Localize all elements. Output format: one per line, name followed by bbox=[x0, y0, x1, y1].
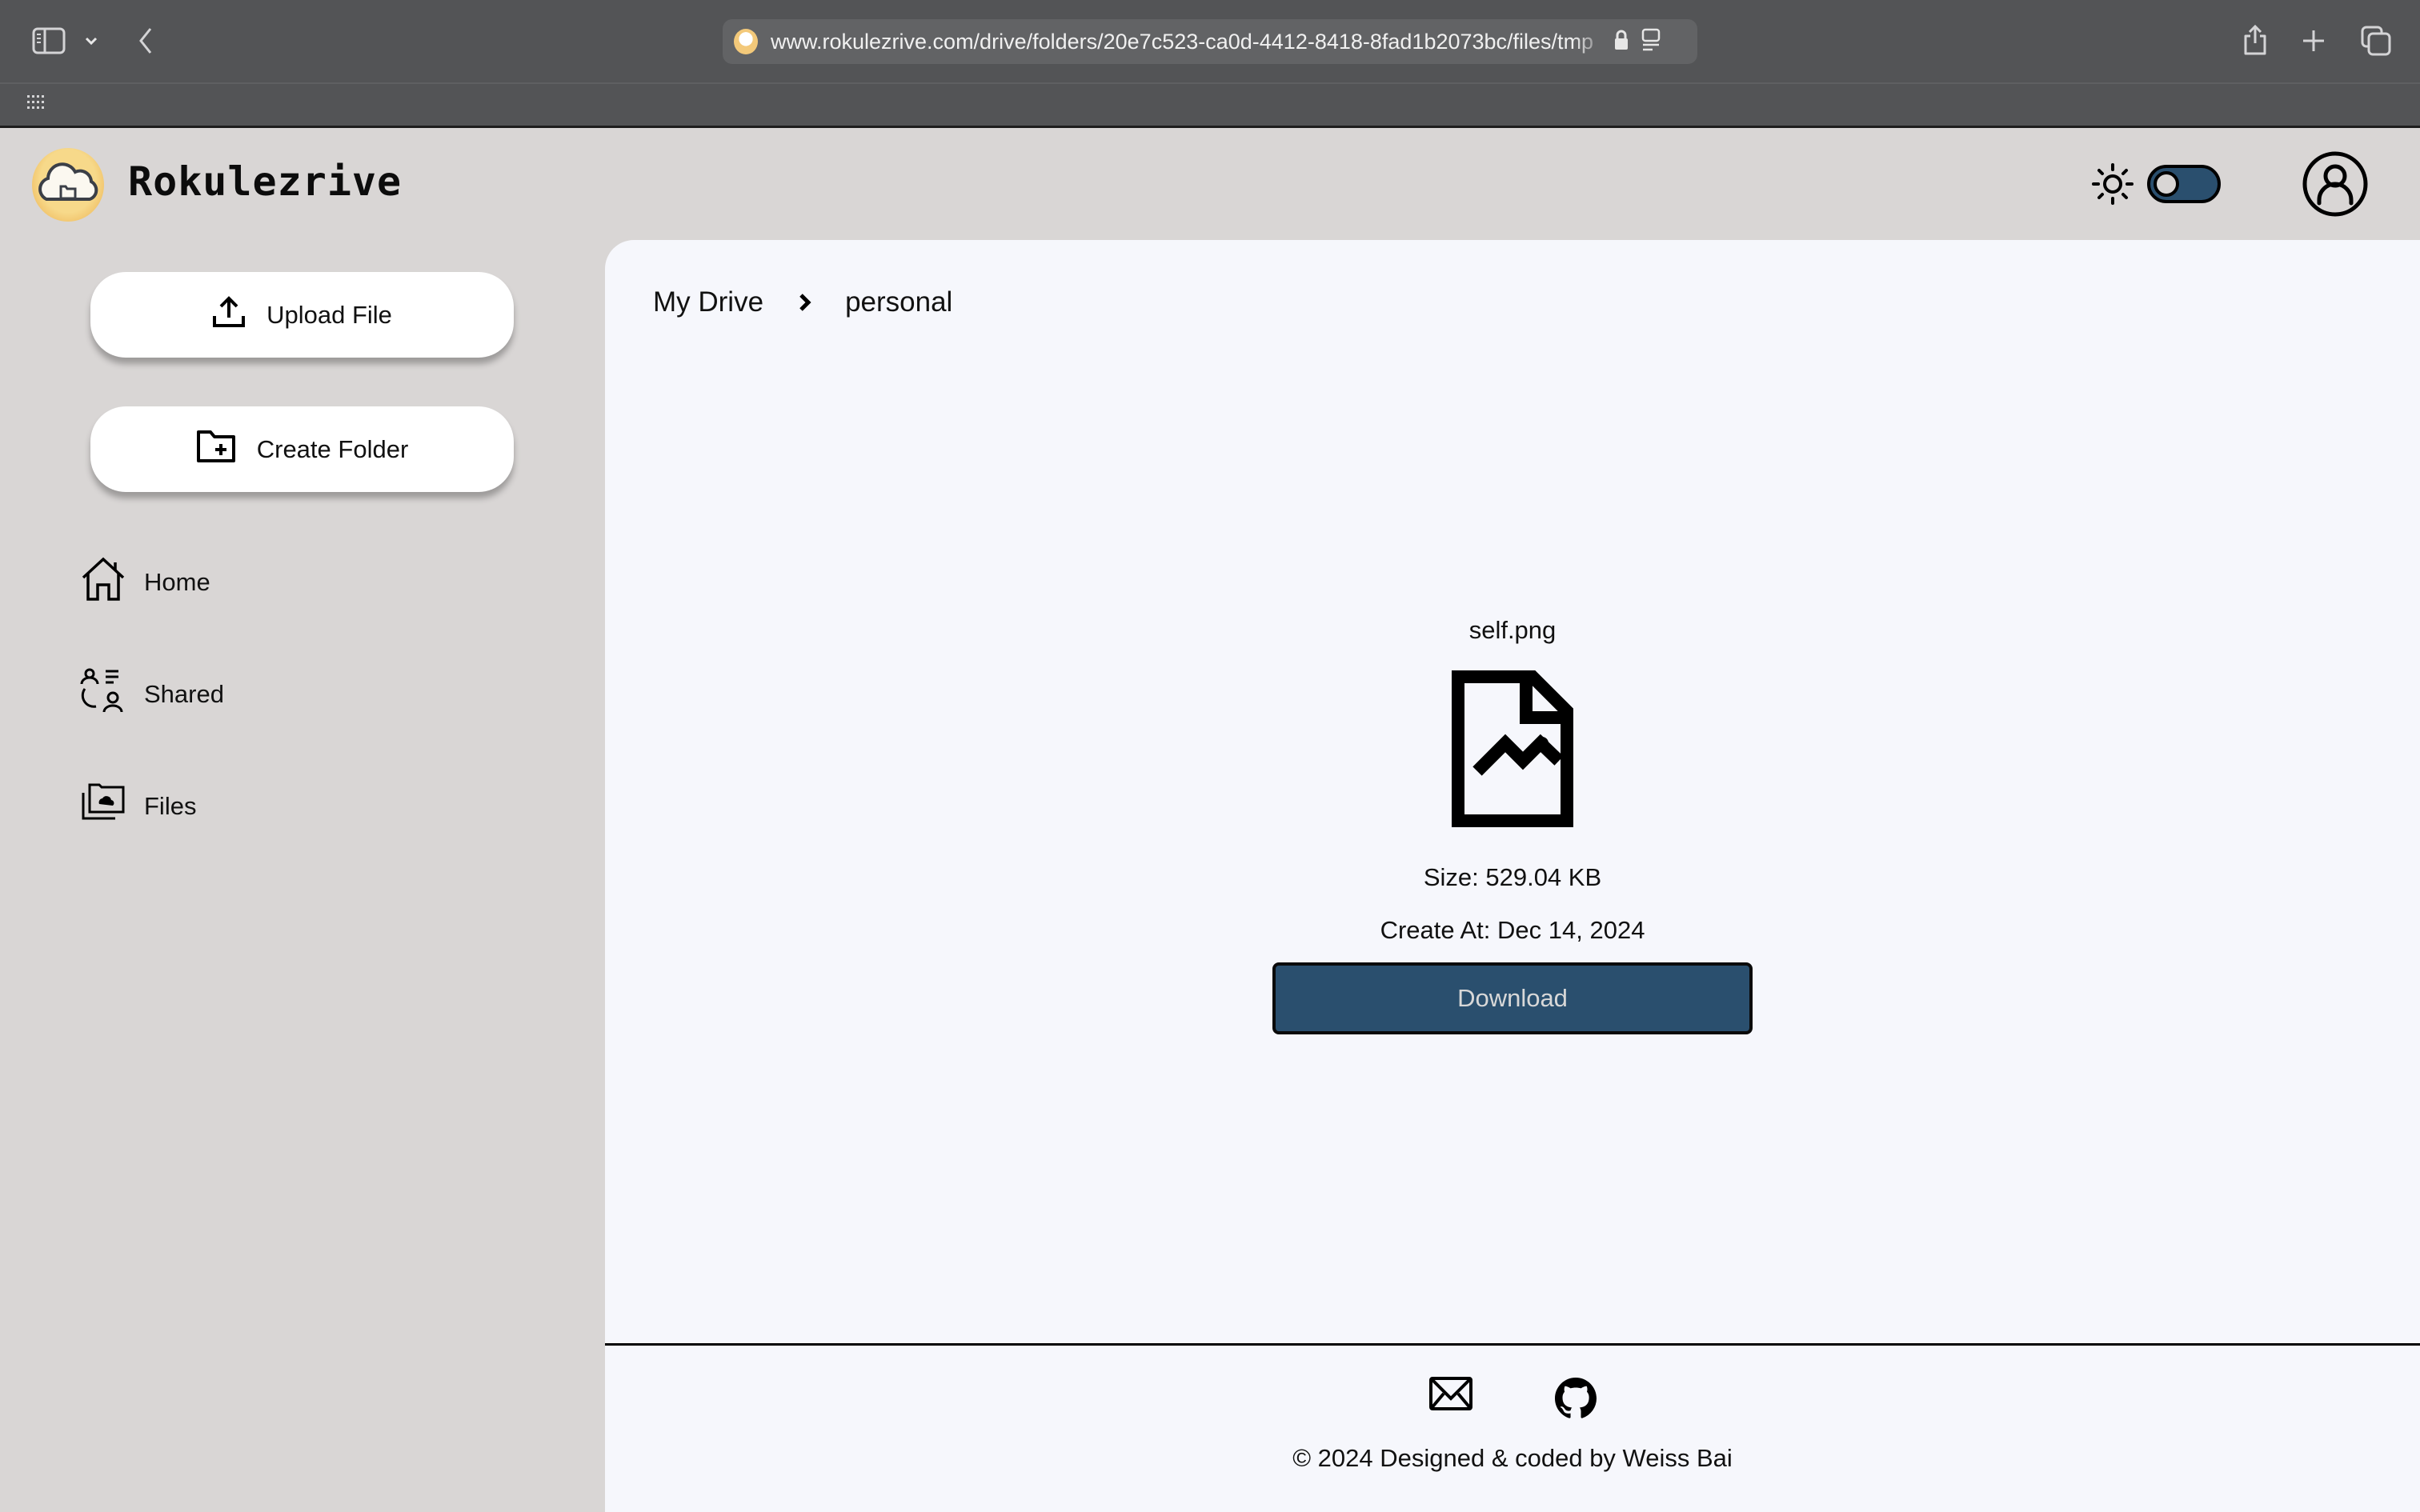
download-button[interactable]: Download bbox=[1272, 962, 1753, 1034]
main-panel: My Drive personal self.png Size: 529.04 … bbox=[605, 240, 2420, 1512]
copyright-text: © 2024 Designed & coded by Weiss Bai bbox=[1292, 1444, 1733, 1472]
sidebar-item-files[interactable]: Files bbox=[80, 780, 196, 833]
image-file-icon bbox=[1452, 670, 1573, 831]
home-label: Home bbox=[144, 568, 210, 596]
file-size: Size: 529.04 KB bbox=[1423, 863, 1602, 891]
new-tab-icon[interactable] bbox=[2302, 29, 2326, 57]
cloud-folder-icon bbox=[80, 780, 126, 833]
github-icon[interactable] bbox=[1555, 1376, 1597, 1425]
user-avatar-icon[interactable] bbox=[2302, 150, 2369, 222]
chevron-right-icon bbox=[797, 292, 813, 313]
share-icon[interactable] bbox=[2242, 24, 2268, 60]
upload-file-button[interactable]: Upload File bbox=[90, 272, 514, 358]
file-details: self.png Size: 529.04 KB Create At: Dec … bbox=[605, 616, 2420, 1034]
lock-icon bbox=[1613, 29, 1629, 55]
sidebar-item-shared[interactable]: Shared bbox=[80, 668, 224, 721]
sun-icon bbox=[2092, 163, 2134, 209]
site-favicon-icon bbox=[734, 29, 758, 54]
mail-icon[interactable] bbox=[1428, 1376, 1473, 1425]
back-icon[interactable] bbox=[138, 27, 154, 58]
logo-icon[interactable] bbox=[32, 148, 104, 222]
app-header: Rokulezrive bbox=[0, 128, 2420, 240]
url-bar[interactable]: www.rokulezrive.com/drive/folders/20e7c5… bbox=[723, 19, 1697, 64]
browser-toolbar: www.rokulezrive.com/drive/folders/20e7c5… bbox=[0, 0, 2420, 84]
shared-label: Shared bbox=[144, 680, 224, 708]
upload-icon bbox=[212, 295, 246, 335]
sidebar-item-home[interactable]: Home bbox=[80, 556, 210, 609]
theme-toggle-knob bbox=[2154, 171, 2179, 197]
bookmarks-bar bbox=[0, 84, 2420, 128]
footer-links bbox=[605, 1376, 2420, 1425]
shared-users-icon bbox=[80, 668, 126, 721]
home-icon bbox=[80, 556, 126, 609]
chevron-down-icon[interactable] bbox=[85, 35, 98, 50]
breadcrumb-my-drive[interactable]: My Drive bbox=[653, 286, 763, 318]
app-title[interactable]: Rokulezrive bbox=[128, 158, 402, 205]
file-created-date: Create At: Dec 14, 2024 bbox=[1380, 916, 1645, 944]
apps-grid-icon[interactable] bbox=[27, 95, 46, 115]
reader-icon[interactable] bbox=[1641, 28, 1661, 56]
breadcrumb: My Drive personal bbox=[653, 286, 952, 318]
create-folder-label: Create Folder bbox=[256, 434, 409, 463]
upload-file-label: Upload File bbox=[266, 300, 392, 329]
files-label: Files bbox=[144, 792, 197, 820]
breadcrumb-personal[interactable]: personal bbox=[845, 286, 952, 318]
theme-toggle[interactable] bbox=[2147, 165, 2221, 203]
file-name: self.png bbox=[1468, 616, 1557, 644]
footer-divider bbox=[605, 1343, 2420, 1346]
sidebar-toggle-icon[interactable] bbox=[32, 27, 66, 58]
url-text[interactable]: www.rokulezrive.com/drive/folders/20e7c5… bbox=[771, 30, 1607, 54]
tabs-overview-icon[interactable] bbox=[2361, 26, 2391, 60]
create-folder-button[interactable]: Create Folder bbox=[90, 406, 514, 492]
folder-plus-icon bbox=[196, 430, 236, 470]
